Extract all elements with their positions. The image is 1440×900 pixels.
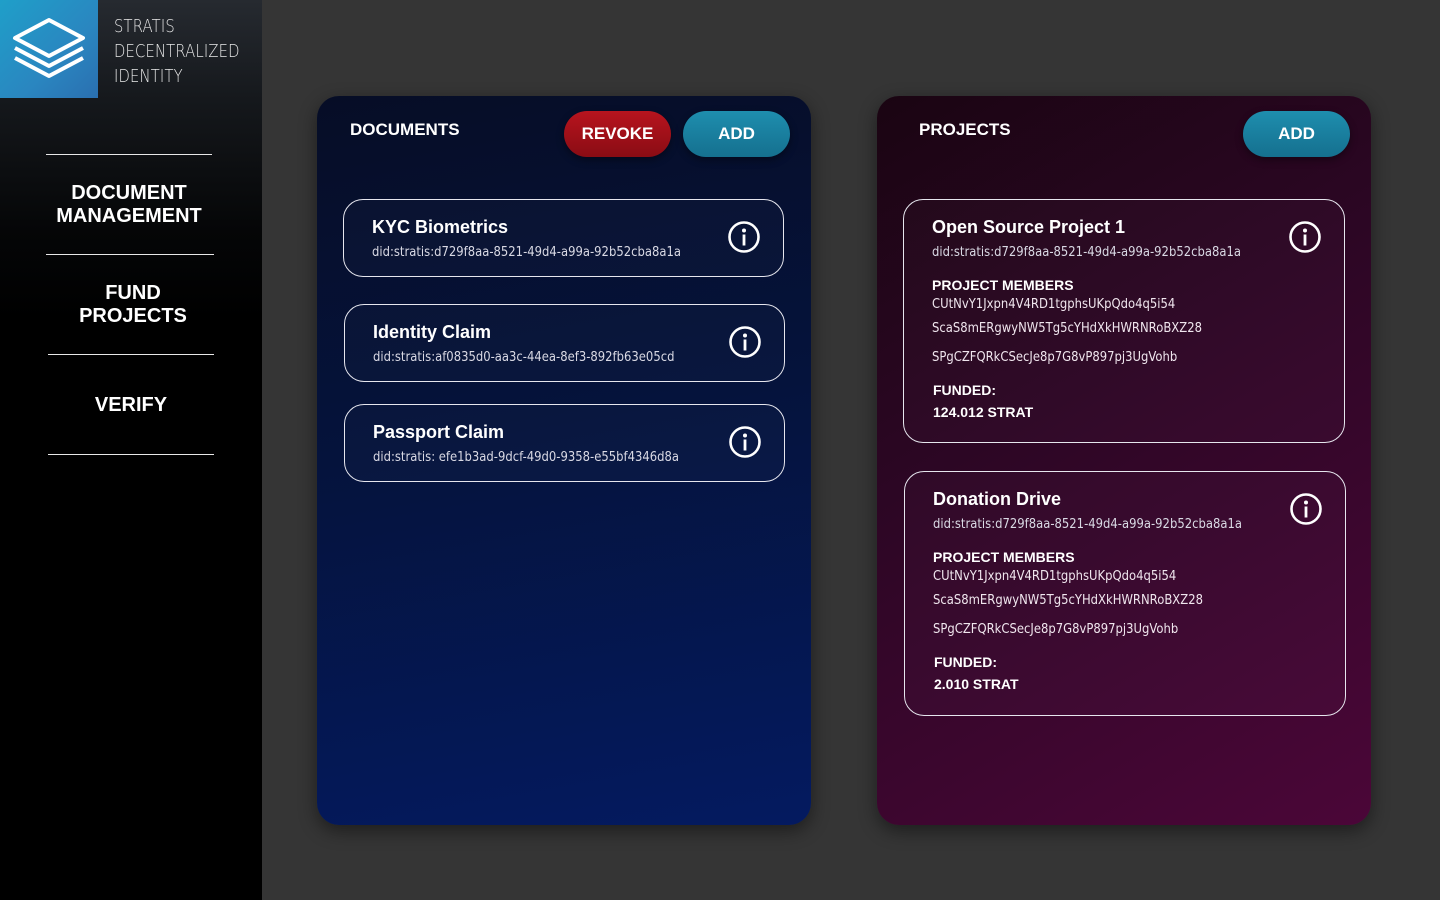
add-project-button[interactable]: ADD bbox=[1243, 111, 1350, 157]
brand-name: STRATIS DECENTRALIZED IDENTITY bbox=[114, 14, 240, 89]
nav-item-label: PROJECTS bbox=[79, 305, 187, 327]
info-icon[interactable] bbox=[1288, 220, 1322, 254]
project-members-label: PROJECT MEMBERS bbox=[933, 549, 1075, 565]
brand-line: STRATIS bbox=[114, 16, 175, 37]
project-title: Open Source Project 1 bbox=[932, 217, 1126, 237]
nav-item-verify[interactable]: VERIFY bbox=[0, 394, 262, 417]
project-members-label: PROJECT MEMBERS bbox=[932, 277, 1074, 293]
document-did: did:stratis:af0835d0-aa3c-44ea-8ef3-892f… bbox=[373, 349, 675, 365]
nav-item-label: VERIFY bbox=[94, 394, 168, 416]
logo[interactable] bbox=[0, 0, 98, 98]
funded-label: FUNDED: bbox=[933, 382, 996, 398]
project-card[interactable]: Open Source Project 1 did:stratis:d729f8… bbox=[903, 199, 1345, 443]
project-member: SPgCZFQRkCSecJe8p7G8vP897pj3UgVohb bbox=[933, 621, 1179, 637]
nav-item-label: FUND bbox=[105, 282, 161, 304]
info-icon[interactable] bbox=[728, 425, 762, 459]
document-card[interactable]: KYC Biometrics did:stratis:d729f8aa-8521… bbox=[343, 199, 784, 277]
document-did: did:stratis: efe1b3ad-9dcf-49d0-9358-e55… bbox=[373, 449, 680, 465]
document-card[interactable]: Passport Claim did:stratis: efe1b3ad-9dc… bbox=[344, 404, 785, 482]
funded-amount: 124.012 STRAT bbox=[933, 404, 1034, 420]
document-title: KYC Biometrics bbox=[372, 217, 509, 237]
document-did: did:stratis:d729f8aa-8521-49d4-a99a-92b5… bbox=[372, 244, 681, 260]
nav-item-label: MANAGEMENT bbox=[56, 205, 202, 227]
projects-title: PROJECTS bbox=[919, 120, 1011, 139]
documents-title: DOCUMENTS bbox=[350, 120, 460, 139]
funded-amount: 2.010 STRAT bbox=[934, 676, 1019, 692]
nav-divider bbox=[46, 254, 214, 255]
nav-item-document-management[interactable]: DOCUMENT MANAGEMENT bbox=[0, 182, 260, 228]
funded-label: FUNDED: bbox=[934, 654, 997, 670]
add-document-button[interactable]: ADD bbox=[683, 111, 790, 157]
brand-line: IDENTITY bbox=[114, 66, 183, 87]
nav-divider bbox=[48, 454, 214, 455]
document-title: Passport Claim bbox=[373, 422, 505, 442]
document-card[interactable]: Identity Claim did:stratis:af0835d0-aa3c… bbox=[344, 304, 785, 382]
documents-panel: DOCUMENTS REVOKE ADD KYC Biometrics did:… bbox=[317, 96, 811, 825]
project-member: ScaS8mERgwyNW5Tg5cYHdXkHWRNRoBXZ28 bbox=[933, 592, 1203, 608]
project-did: did:stratis:d729f8aa-8521-49d4-a99a-92b5… bbox=[933, 516, 1242, 532]
project-did: did:stratis:d729f8aa-8521-49d4-a99a-92b5… bbox=[932, 244, 1241, 260]
nav-divider bbox=[48, 354, 214, 355]
project-member: CUtNvY1Jxpn4V4RD1tgphsUKpQdo4q5i54 bbox=[932, 296, 1176, 312]
nav-divider bbox=[46, 154, 212, 155]
project-member: CUtNvY1Jxpn4V4RD1tgphsUKpQdo4q5i54 bbox=[933, 568, 1177, 584]
revoke-button[interactable]: REVOKE bbox=[564, 111, 671, 157]
info-icon[interactable] bbox=[727, 220, 761, 254]
nav-item-label: DOCUMENT bbox=[71, 182, 187, 204]
info-icon[interactable] bbox=[728, 325, 762, 359]
brand-line: DECENTRALIZED bbox=[114, 41, 240, 62]
project-member: ScaS8mERgwyNW5Tg5cYHdXkHWRNRoBXZ28 bbox=[932, 320, 1202, 336]
project-title: Donation Drive bbox=[933, 489, 1062, 509]
project-card[interactable]: Donation Drive did:stratis:d729f8aa-8521… bbox=[904, 471, 1346, 716]
project-member: SPgCZFQRkCSecJe8p7G8vP897pj3UgVohb bbox=[932, 349, 1178, 365]
stacked-layers-icon bbox=[13, 18, 85, 78]
projects-panel: PROJECTS ADD Open Source Project 1 did:s… bbox=[877, 96, 1371, 825]
document-title: Identity Claim bbox=[373, 322, 492, 342]
sidebar: STRATIS DECENTRALIZED IDENTITY DOCUMENT … bbox=[0, 0, 262, 900]
info-icon[interactable] bbox=[1289, 492, 1323, 526]
nav-item-fund-projects[interactable]: FUND PROJECTS bbox=[2, 282, 264, 328]
